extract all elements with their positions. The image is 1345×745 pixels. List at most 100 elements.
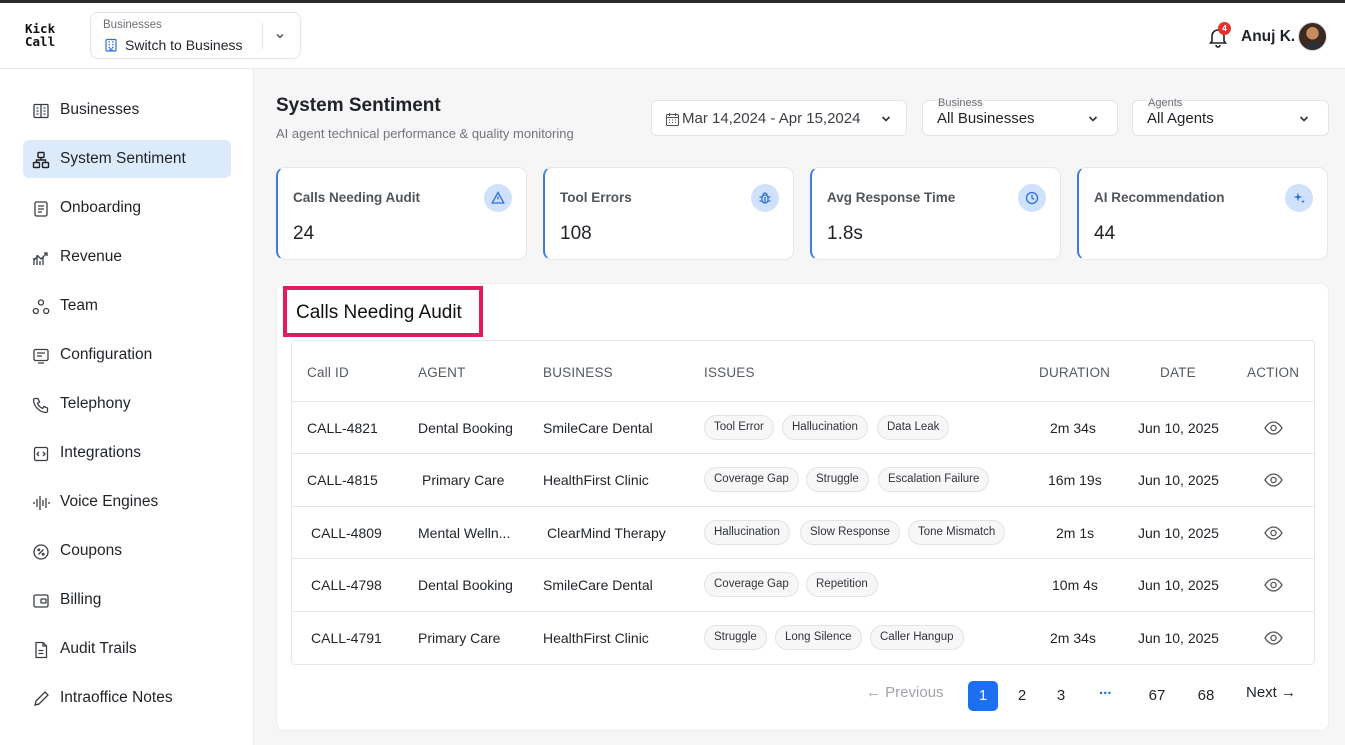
sidebar-item-voice-engines[interactable]: Voice Engines xyxy=(23,483,231,521)
sidebar-item-system-sentiment[interactable]: System Sentiment xyxy=(23,140,231,178)
business-switcher-divider xyxy=(262,23,263,49)
page-button-67[interactable]: 67 xyxy=(1142,681,1172,711)
call-duration: 2m 34s xyxy=(1050,420,1096,436)
stat-value: 44 xyxy=(1094,223,1116,244)
date-range-value: Mar 14,2024 - Apr 15,2024 xyxy=(682,110,861,127)
column-header-issues[interactable]: ISSUES xyxy=(704,365,755,380)
sidebar-item-telephony[interactable]: Telephony xyxy=(23,385,231,423)
stat-value: 24 xyxy=(293,223,315,244)
calendar-icon xyxy=(665,113,680,127)
user-name[interactable]: Anuj K. xyxy=(1241,28,1295,46)
sidebar-item-integrations[interactable]: Integrations xyxy=(23,434,231,472)
issue-chip: Tone Mismatch xyxy=(908,520,1006,545)
audit-panel: Calls Needing Audit Call ID AGENT BUSINE… xyxy=(276,283,1329,731)
chevron-down-icon[interactable] xyxy=(274,30,286,42)
call-id: CALL-4798 xyxy=(311,577,382,593)
chevron-down-icon xyxy=(881,116,891,122)
page-button-1[interactable]: 1 xyxy=(968,681,998,711)
sidebar-item-intraoffice-notes[interactable]: Intraoffice Notes xyxy=(23,679,231,717)
page-button-3[interactable]: 3 xyxy=(1046,681,1076,711)
table-row[interactable]: CALL-4821 Dental Booking SmileCare Denta… xyxy=(292,401,1314,454)
column-header-call-id[interactable]: Call ID xyxy=(307,365,349,380)
business-switcher[interactable]: Businesses Switch to Business xyxy=(90,12,301,59)
table-row[interactable]: CALL-4791 Primary Care HealthFirst Clini… xyxy=(292,611,1314,664)
column-header-agent[interactable]: AGENT xyxy=(418,365,466,380)
view-eye-icon[interactable] xyxy=(1264,631,1283,645)
sidebar-item-label: Billing xyxy=(60,591,102,608)
table-row[interactable]: CALL-4809 Mental Welln... ClearMind Ther… xyxy=(292,506,1314,559)
view-eye-icon[interactable] xyxy=(1264,421,1283,435)
sidebar-item-revenue[interactable]: Revenue xyxy=(23,238,231,276)
sidebar-item-team[interactable]: Team xyxy=(23,287,231,325)
call-duration: 10m 4s xyxy=(1052,577,1098,593)
stat-card-calls-needing-audit[interactable]: Calls Needing Audit 24 xyxy=(276,167,527,260)
bug-icon xyxy=(751,184,779,212)
agents-filter-select[interactable]: Agents All Agents xyxy=(1132,98,1329,136)
kickcall-logo[interactable]: Kick Call xyxy=(25,22,55,48)
team-icon xyxy=(32,299,50,315)
next-label: Next xyxy=(1246,684,1277,701)
sidebar-item-label: Audit Trails xyxy=(60,640,137,657)
next-page-button[interactable]: Next → xyxy=(1246,684,1296,701)
sidebar-item-businesses[interactable]: Businesses xyxy=(23,91,231,129)
column-header-date[interactable]: DATE xyxy=(1160,365,1196,380)
agent-name: Mental Welln... xyxy=(418,525,511,541)
issue-chip: Struggle xyxy=(806,467,869,492)
stat-card-avg-response-time[interactable]: Avg Response Time 1.8s xyxy=(810,167,1061,260)
logo-line-2: Call xyxy=(25,34,56,49)
stat-card-tool-errors[interactable]: Tool Errors 108 xyxy=(543,167,794,260)
column-header-business[interactable]: BUSINESS xyxy=(543,365,613,380)
audit-section-title-highlight: Calls Needing Audit xyxy=(283,286,483,337)
call-id: CALL-4791 xyxy=(311,630,382,646)
table-row[interactable]: CALL-4815 Primary Care HealthFirst Clini… xyxy=(292,453,1314,506)
page-title: System Sentiment xyxy=(276,95,441,116)
business-filter-caption: Business xyxy=(937,97,984,109)
stat-card-ai-recommendation[interactable]: AI Recommendation 44 xyxy=(1077,167,1328,260)
agents-filter-value: All Agents xyxy=(1147,110,1214,127)
issue-chip: Hallucination xyxy=(782,415,868,440)
view-eye-icon[interactable] xyxy=(1264,578,1283,592)
business-filter-select[interactable]: Business All Businesses xyxy=(922,97,1118,136)
date-range-picker[interactable]: Mar 14,2024 - Apr 15,2024 xyxy=(651,100,907,136)
column-header-duration[interactable]: DURATION xyxy=(1039,365,1110,380)
stat-label: Calls Needing Audit xyxy=(293,190,421,205)
issue-chip: Coverage Gap xyxy=(704,467,799,492)
call-duration: 2m 34s xyxy=(1050,630,1096,646)
avatar[interactable] xyxy=(1298,22,1327,51)
sidebar-item-label: Revenue xyxy=(60,248,123,265)
sidebar-item-label: Configuration xyxy=(60,346,153,363)
column-header-action[interactable]: ACTION xyxy=(1247,365,1299,380)
issue-chip: Caller Hangup xyxy=(870,625,964,650)
view-eye-icon[interactable] xyxy=(1264,473,1283,487)
sidebar-item-audit-trails[interactable]: Audit Trails xyxy=(23,630,231,668)
view-eye-icon[interactable] xyxy=(1264,526,1283,540)
stat-value: 108 xyxy=(560,223,592,244)
issue-chip: Hallucination xyxy=(704,520,790,545)
chevron-down-icon xyxy=(1088,116,1098,122)
sidebar-item-configuration[interactable]: Configuration xyxy=(23,336,231,374)
sidebar-item-billing[interactable]: Billing xyxy=(23,581,231,619)
previous-page-button[interactable]: ← Previous xyxy=(866,684,944,701)
audit-table: Call ID AGENT BUSINESS ISSUES DURATION D… xyxy=(291,340,1315,665)
revenue-chart-icon xyxy=(33,252,48,265)
agent-name: Dental Booking xyxy=(418,577,513,593)
call-id: CALL-4815 xyxy=(307,472,378,488)
sidebar-item-label: Businesses xyxy=(60,101,140,118)
page-button-2[interactable]: 2 xyxy=(1007,681,1037,711)
stat-label: Avg Response Time xyxy=(827,190,956,205)
call-date: Jun 10, 2025 xyxy=(1138,577,1219,593)
clock-icon xyxy=(1018,184,1046,212)
page-subtitle: AI agent technical performance & quality… xyxy=(276,126,574,141)
sidebar-item-coupons[interactable]: Coupons xyxy=(23,532,231,570)
network-icon xyxy=(32,151,50,169)
call-duration: 16m 19s xyxy=(1048,472,1102,488)
sidebar-item-label: Voice Engines xyxy=(60,493,159,510)
top-bar: Kick Call Businesses Switch to Business … xyxy=(0,3,1345,69)
pencil-icon xyxy=(34,691,49,706)
document-icon xyxy=(34,201,48,217)
sidebar-item-onboarding[interactable]: Onboarding xyxy=(23,189,231,227)
voice-wave-icon xyxy=(33,496,50,510)
page-button-68[interactable]: 68 xyxy=(1191,681,1221,711)
phone-icon xyxy=(32,397,49,414)
table-row[interactable]: CALL-4798 Dental Booking SmileCare Denta… xyxy=(292,558,1314,611)
